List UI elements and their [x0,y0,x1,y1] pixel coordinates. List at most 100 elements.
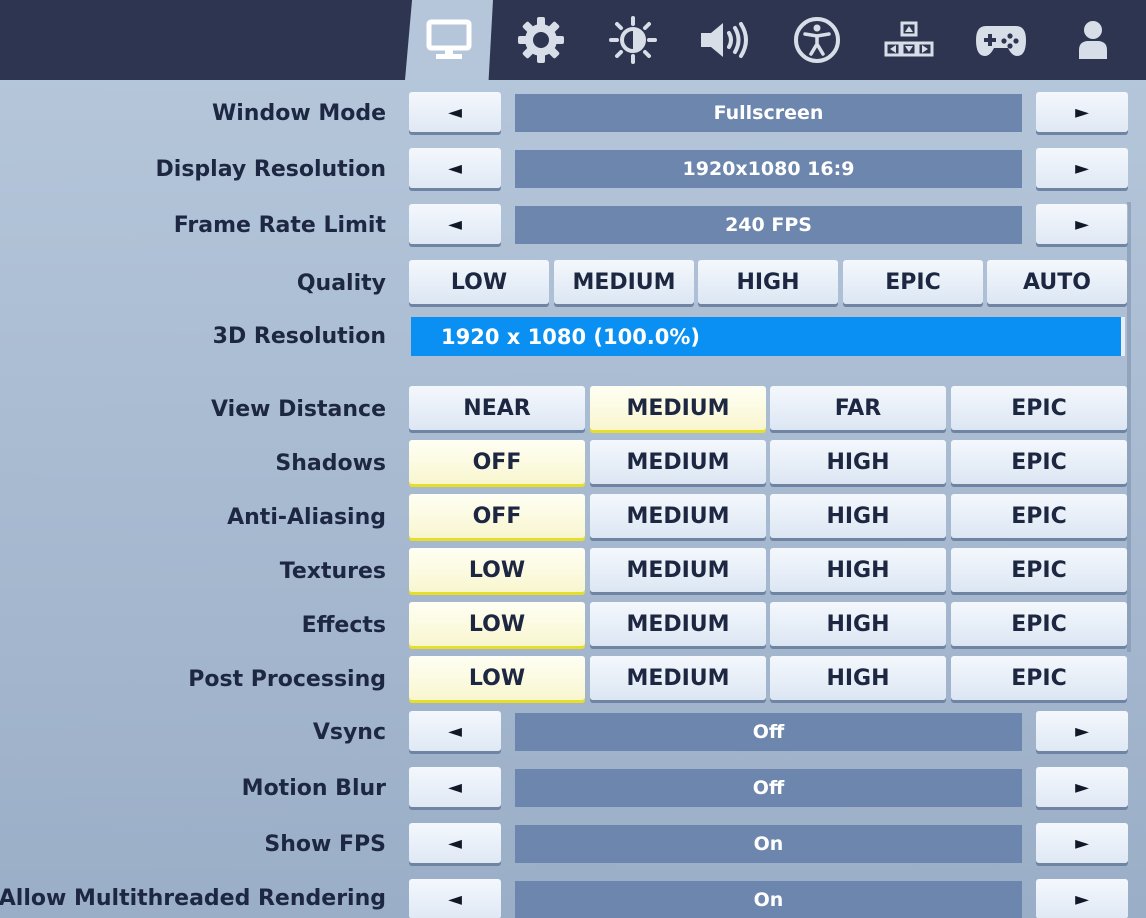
arrow-right-icon: ► [1075,832,1089,854]
view-distance-option-near[interactable]: NEAR [409,386,585,430]
setting-label: Allow Multithreaded Rendering [0,886,386,911]
arrow-right-icon: ► [1075,720,1089,742]
setting-view-distance: View Distance NEAR MEDIUM FAR EPIC [0,386,1146,432]
anti-aliasing-option-off[interactable]: OFF [409,494,585,538]
anti-aliasing-option-epic[interactable]: EPIC [951,494,1127,538]
post-processing-option-epic[interactable]: EPIC [951,656,1127,700]
next-arrow-button[interactable]: ► [1036,92,1128,132]
textures-option-high[interactable]: HIGH [770,548,946,592]
setting-multithreaded-rendering: Allow Multithreaded Rendering ◄ On ► [0,879,1146,918]
next-arrow-button[interactable]: ► [1036,879,1128,918]
settings-tab-bar [0,0,1146,80]
previous-arrow-button[interactable]: ◄ [409,711,501,751]
post-processing-option-high[interactable]: HIGH [770,656,946,700]
post-processing-option-low[interactable]: LOW [409,656,585,700]
tab-brightness[interactable] [589,0,677,80]
arrow-right-icon: ► [1075,776,1089,798]
setting-textures: Textures LOW MEDIUM HIGH EPIC [0,548,1146,594]
setting-post-processing: Post Processing LOW MEDIUM HIGH EPIC [0,656,1146,702]
shadows-option-medium[interactable]: MEDIUM [590,440,766,484]
next-arrow-button[interactable]: ► [1036,767,1128,807]
brightness-icon [608,15,658,65]
tab-game[interactable] [497,0,585,80]
setting-value: On [515,825,1022,863]
view-distance-option-far[interactable]: FAR [770,386,946,430]
quality-option-epic[interactable]: EPIC [843,260,983,304]
textures-option-medium[interactable]: MEDIUM [590,548,766,592]
setting-show-fps: Show FPS ◄ On ► [0,823,1146,865]
shadows-option-high[interactable]: HIGH [770,440,946,484]
setting-vsync: Vsync ◄ Off ► [0,711,1146,753]
next-arrow-button[interactable]: ► [1036,711,1128,751]
previous-arrow-button[interactable]: ◄ [409,204,501,244]
anti-aliasing-option-high[interactable]: HIGH [770,494,946,538]
setting-label: Shadows [275,450,386,476]
tab-account[interactable] [1049,0,1137,80]
shadows-option-off[interactable]: OFF [409,440,585,484]
previous-arrow-button[interactable]: ◄ [409,767,501,807]
account-icon [1073,17,1113,63]
shadows-option-epic[interactable]: EPIC [951,440,1127,484]
quality-option-auto[interactable]: AUTO [987,260,1127,304]
speaker-icon [697,18,753,62]
effects-option-high[interactable]: HIGH [770,602,946,646]
setting-window-mode: Window Mode ◄ Fullscreen ► [0,92,1146,134]
setting-label: Vsync [312,719,386,745]
setting-display-resolution: Display Resolution ◄ 1920x1080 16:9 ► [0,148,1146,190]
previous-arrow-button[interactable]: ◄ [409,823,501,863]
effects-option-medium[interactable]: MEDIUM [590,602,766,646]
setting-value: Off [515,713,1022,751]
setting-label: Display Resolution [155,156,386,182]
arrow-right-icon: ► [1075,888,1089,910]
setting-anti-aliasing: Anti-Aliasing OFF MEDIUM HIGH EPIC [0,494,1146,540]
arrow-left-icon: ◄ [448,888,462,910]
next-arrow-button[interactable]: ► [1036,823,1128,863]
previous-arrow-button[interactable]: ◄ [409,92,501,132]
setting-3d-resolution: 3D Resolution 1920 x 1080 (100.0%) [0,317,1146,356]
gear-icon [516,15,566,65]
quality-option-low[interactable]: LOW [409,260,549,304]
tab-input[interactable] [865,0,953,80]
setting-label: Window Mode [212,100,386,126]
tab-video[interactable] [405,0,493,80]
anti-aliasing-option-medium[interactable]: MEDIUM [590,494,766,538]
arrow-right-icon: ► [1075,157,1089,179]
arrow-left-icon: ◄ [448,776,462,798]
setting-value: Fullscreen [515,94,1022,132]
arrow-right-icon: ► [1075,213,1089,235]
previous-arrow-button[interactable]: ◄ [409,148,501,188]
tab-controller[interactable] [957,0,1045,80]
view-distance-option-epic[interactable]: EPIC [951,386,1127,430]
accessibility-icon [792,15,842,65]
setting-motion-blur: Motion Blur ◄ Off ► [0,767,1146,809]
quality-option-high[interactable]: HIGH [698,260,838,304]
setting-label: Motion Blur [241,775,386,801]
slider-handle[interactable] [1121,317,1125,356]
tab-accessibility[interactable] [773,0,861,80]
tab-audio[interactable] [681,0,769,80]
setting-label: Show FPS [264,831,386,857]
setting-label: Effects [301,612,386,638]
setting-label: 3D Resolution [212,324,386,349]
scrollbar-thumb[interactable] [1127,202,1131,652]
input-keys-icon [883,20,935,60]
textures-option-low[interactable]: LOW [409,548,585,592]
post-processing-option-medium[interactable]: MEDIUM [590,656,766,700]
setting-value: 1920x1080 16:9 [515,150,1022,188]
effects-option-low[interactable]: LOW [409,602,585,646]
view-distance-option-medium[interactable]: MEDIUM [590,386,766,430]
setting-value: Off [515,769,1022,807]
arrow-left-icon: ◄ [448,213,462,235]
video-settings-panel: Window Mode ◄ Fullscreen ► Display Resol… [0,80,1146,918]
next-arrow-button[interactable]: ► [1036,204,1128,244]
textures-option-epic[interactable]: EPIC [951,548,1127,592]
arrow-right-icon: ► [1075,101,1089,123]
3d-resolution-slider[interactable]: 1920 x 1080 (100.0%) [411,317,1121,356]
slider-value: 1920 x 1080 (100.0%) [441,324,701,349]
quality-option-medium[interactable]: MEDIUM [554,260,694,304]
effects-option-epic[interactable]: EPIC [951,602,1127,646]
gamepad-icon [974,20,1028,60]
next-arrow-button[interactable]: ► [1036,148,1128,188]
previous-arrow-button[interactable]: ◄ [409,879,501,918]
setting-label: Frame Rate Limit [173,212,386,238]
